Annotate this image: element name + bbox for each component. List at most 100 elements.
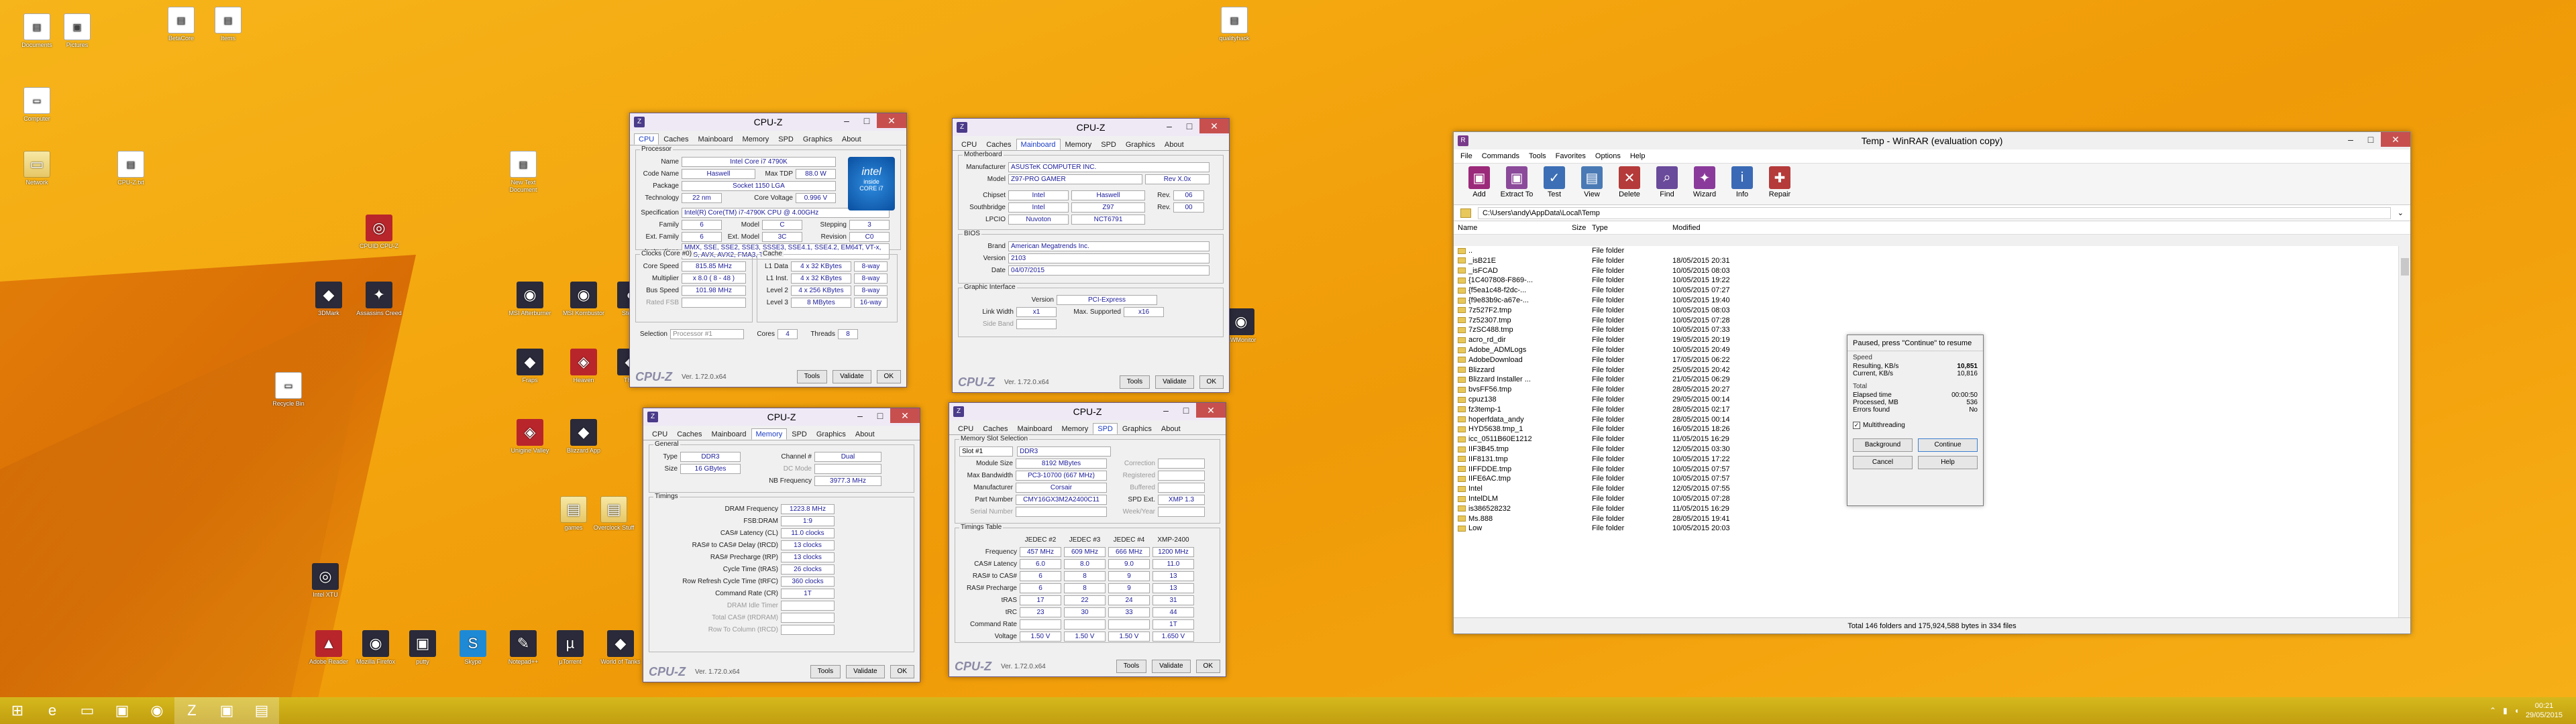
tab-mainboard[interactable]: Mainboard: [1013, 423, 1057, 434]
chevron-up-icon[interactable]: ⌃: [2489, 706, 2496, 715]
minimize-button[interactable]: –: [1156, 403, 1176, 418]
minimize-button[interactable]: –: [2341, 132, 2361, 147]
desktop-icon[interactable]: ◉ MSI Afterburner: [506, 282, 553, 324]
desktop-icon[interactable]: ✎ Notepad++: [500, 630, 547, 673]
vertical-scrollbar[interactable]: [2398, 246, 2410, 617]
scrollbar-thumb[interactable]: [2401, 258, 2409, 276]
desktop-icon[interactable]: µ µTorrent: [547, 630, 594, 673]
tab-caches[interactable]: Caches: [659, 133, 693, 145]
title-bar[interactable]: Z CPU-Z – □ ✕: [949, 403, 1226, 420]
close-button[interactable]: ✕: [1196, 403, 1226, 418]
tab-caches[interactable]: Caches: [672, 428, 706, 440]
file-row[interactable]: _isFCAD File folder 10/05/2015 08:03: [1454, 266, 2398, 276]
tab-cpu[interactable]: CPU: [634, 133, 659, 145]
tab-mainboard[interactable]: Mainboard: [1016, 139, 1061, 150]
desktop-icon[interactable]: ◉ Mozilla Firefox: [352, 630, 399, 673]
cpuz-window-memory[interactable]: Z CPU-Z – □ ✕ CPU Caches Mainboard Memory SP…: [643, 408, 920, 682]
menu-file[interactable]: File: [1460, 152, 1472, 160]
menu-commands[interactable]: Commands: [1482, 152, 1519, 160]
validate-button[interactable]: Validate: [833, 370, 871, 383]
tab-cpu[interactable]: CPU: [957, 139, 981, 150]
background-button[interactable]: Background: [1853, 438, 1913, 452]
tab-caches[interactable]: Caches: [978, 423, 1012, 434]
desktop-icon[interactable]: ◎ CPUID CPU-Z: [356, 215, 402, 257]
toolbar-wizard-button[interactable]: ✦ Wizard: [1687, 166, 1722, 202]
close-button[interactable]: ✕: [890, 408, 920, 423]
desktop-icon[interactable]: ◉ MSI Kombustor: [560, 282, 607, 324]
desktop-icon[interactable]: ◆ Blizzard App: [560, 419, 607, 462]
file-row[interactable]: {f9e83b9c-a67e-... File folder 10/05/2015 …: [1454, 296, 2398, 306]
toolbar-add-button[interactable]: ▣ Add: [1462, 166, 1497, 202]
toolbar-view-button[interactable]: ▤ View: [1574, 166, 1609, 202]
menu-options[interactable]: Options: [1595, 152, 1621, 160]
tab-spd[interactable]: SPD: [1096, 139, 1121, 150]
taskbar-start-button[interactable]: ⊞: [0, 697, 35, 724]
tab-spd[interactable]: SPD: [773, 133, 798, 145]
tab-caches[interactable]: Caches: [981, 139, 1016, 150]
tools-button[interactable]: Tools: [1119, 375, 1150, 389]
continue-button[interactable]: Continue: [1918, 438, 1978, 452]
file-row[interactable]: {1C407808-F869-... File folder 10/05/2015 …: [1454, 276, 2398, 286]
toolbar-repair-button[interactable]: ✚ Repair: [1762, 166, 1797, 202]
taskbar-internet-explorer-button[interactable]: e: [35, 697, 70, 724]
chevron-down-icon[interactable]: ⌄: [2398, 208, 2404, 217]
toolbar-info-button[interactable]: i Info: [1725, 166, 1760, 202]
file-row[interactable]: _isB21E File folder 18/05/2015 20:31: [1454, 256, 2398, 266]
taskbar-file-explorer-button[interactable]: ▭: [70, 697, 105, 724]
desktop-icon[interactable]: ▭ Recycle Bin: [265, 372, 312, 415]
file-row[interactable]: {f5ea1c48-f2dc-... File folder 10/05/2015 …: [1454, 286, 2398, 296]
file-row[interactable]: .. File folder: [1454, 246, 2398, 256]
taskbar-firefox-button[interactable]: ◉: [140, 697, 174, 724]
tab-graphics[interactable]: Graphics: [798, 133, 837, 145]
tab-cpu[interactable]: CPU: [647, 428, 672, 440]
desktop-icon[interactable]: ▲ Adobe Reader: [305, 630, 352, 673]
minimize-button[interactable]: –: [1159, 119, 1179, 133]
desktop-icon[interactable]: ◈ Heaven: [560, 349, 607, 391]
processor-select[interactable]: Processor #1: [670, 328, 744, 339]
maximize-button[interactable]: □: [1179, 119, 1199, 133]
cpuz-window-spd[interactable]: Z CPU-Z – □ ✕ CPU Caches Mainboard Memory SP…: [949, 402, 1226, 677]
paused-dialog[interactable]: Paused, press "Continue" to resume Speed…: [1847, 335, 1984, 506]
minimize-button[interactable]: –: [850, 408, 870, 423]
toolbar-test-button[interactable]: ✓ Test: [1537, 166, 1572, 202]
ok-button[interactable]: OK: [1199, 375, 1224, 389]
desktop-icon[interactable]: ▭ Computer: [13, 87, 60, 130]
tab-about[interactable]: About: [1157, 423, 1185, 434]
tab-about[interactable]: About: [837, 133, 866, 145]
maximize-button[interactable]: □: [857, 113, 877, 128]
file-row[interactable]: 7zSC488.tmp File folder 10/05/2015 07:33: [1454, 325, 2398, 335]
tab-spd[interactable]: SPD: [1093, 423, 1118, 434]
desktop-icon[interactable]: ▤ New Text Document: [500, 151, 547, 194]
maximize-button[interactable]: □: [870, 408, 890, 423]
cancel-button[interactable]: Cancel: [1853, 456, 1913, 469]
minimize-button[interactable]: –: [837, 113, 857, 128]
title-bar[interactable]: Z CPU-Z – □ ✕: [643, 408, 920, 426]
tab-spd[interactable]: SPD: [787, 428, 812, 440]
menu-help[interactable]: Help: [1630, 152, 1646, 160]
column-modified[interactable]: Modified: [1668, 221, 1776, 234]
desktop-icon[interactable]: ✦ Assassins Creed: [356, 282, 402, 324]
tab-about[interactable]: About: [1160, 139, 1189, 150]
maximize-button[interactable]: □: [1176, 403, 1196, 418]
help-button[interactable]: Help: [1918, 456, 1978, 469]
validate-button[interactable]: Validate: [846, 665, 885, 678]
ok-button[interactable]: OK: [876, 370, 901, 383]
desktop-icon[interactable]: S Skype: [449, 630, 496, 673]
file-row[interactable]: Low File folder 10/05/2015 20:03: [1454, 524, 2398, 534]
tools-button[interactable]: Tools: [1116, 660, 1147, 673]
desktop-icon[interactable]: ▤ qualityhack: [1211, 7, 1258, 50]
file-row[interactable]: 7z527F2.tmp File folder 10/05/2015 08:03: [1454, 306, 2398, 316]
toolbar-delete-button[interactable]: ✕ Delete: [1612, 166, 1647, 202]
tab-graphics[interactable]: Graphics: [1121, 139, 1160, 150]
validate-button[interactable]: Validate: [1152, 660, 1191, 673]
title-bar[interactable]: Z CPU-Z – □ ✕: [953, 119, 1229, 136]
tab-about[interactable]: About: [851, 428, 879, 440]
taskbar-winrar-button[interactable]: ▤: [244, 697, 279, 724]
slot-select[interactable]: Slot #1: [959, 446, 1013, 457]
clock[interactable]: 00:21 29/05/2015: [2526, 701, 2563, 720]
tools-button[interactable]: Tools: [810, 665, 841, 678]
taskbar-filezilla-button[interactable]: Z: [174, 697, 209, 724]
desktop-icon[interactable]: ▤ Overclock Stuff: [590, 496, 637, 539]
desktop-icon[interactable]: ◈ Unigine Valley: [506, 419, 553, 462]
desktop-icon[interactable]: ▤ BetaCore: [158, 7, 205, 50]
